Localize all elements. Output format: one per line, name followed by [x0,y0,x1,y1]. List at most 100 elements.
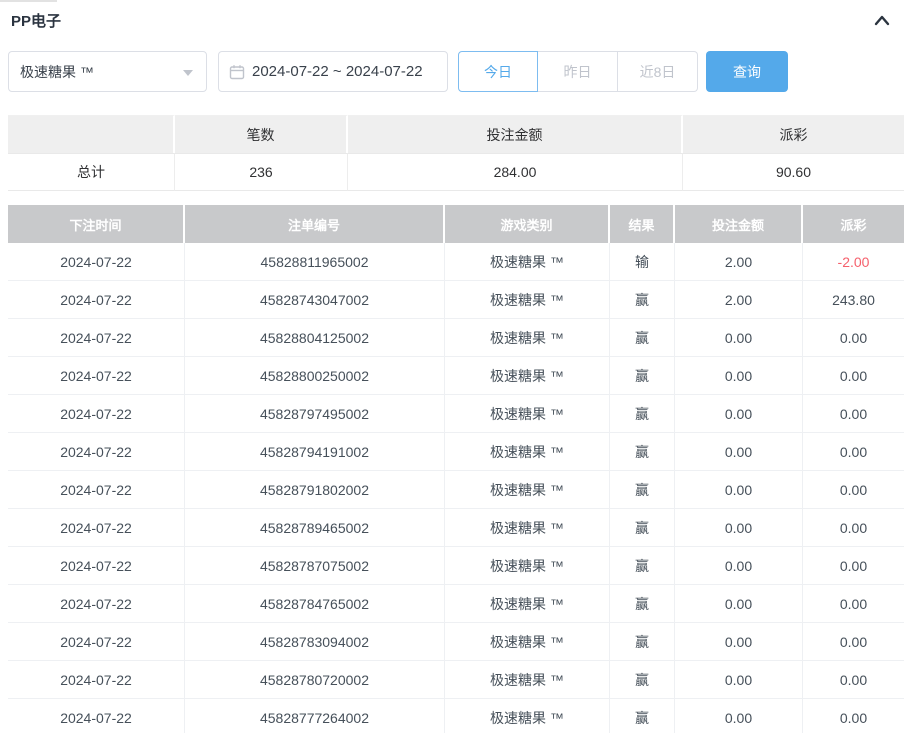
table-row: 2024-07-22 45828787075002 极速糖果 ™ 赢 0.00 … [8,547,904,585]
cell-bet-id: 45828800250002 [185,357,445,395]
table-row: 2024-07-22 45828811965002 极速糖果 ™ 输 2.00 … [8,243,904,281]
records-header-payout: 派彩 [803,205,904,243]
cell-game-type: 极速糖果 ™ [445,395,610,433]
cell-game-type: 极速糖果 ™ [445,547,610,585]
quick-filter-last8days-button[interactable]: 近8日 [618,51,698,92]
cell-result: 赢 [610,509,675,547]
cell-result: 赢 [610,699,675,733]
cell-bet-time: 2024-07-22 [8,585,185,623]
cell-bet-time: 2024-07-22 [8,357,185,395]
cell-bet-id: 45828789465002 [185,509,445,547]
cell-bet-amount: 0.00 [675,585,803,623]
cell-game-type: 极速糖果 ™ [445,623,610,661]
cell-payout: 0.00 [803,471,904,509]
cell-bet-amount: 0.00 [675,623,803,661]
records-header-game-type: 游戏类别 [445,205,610,243]
cell-bet-id: 45828783094002 [185,623,445,661]
cell-bet-id: 45828787075002 [185,547,445,585]
cell-payout: 0.00 [803,509,904,547]
cell-bet-amount: 0.00 [675,395,803,433]
records-header-row: 下注时间 注单编号 游戏类别 结果 投注金额 派彩 [8,205,904,243]
cell-payout: 0.00 [803,699,904,733]
cell-payout: 0.00 [803,547,904,585]
cell-bet-time: 2024-07-22 [8,509,185,547]
records-header-bet-id: 注单编号 [185,205,445,243]
cell-bet-id: 45828794191002 [185,433,445,471]
cell-result: 赢 [610,357,675,395]
table-row: 2024-07-22 45828777264002 极速糖果 ™ 赢 0.00 … [8,699,904,733]
cell-bet-time: 2024-07-22 [8,699,185,733]
collapse-chevron-up-icon[interactable] [874,14,890,28]
cell-bet-time: 2024-07-22 [8,395,185,433]
summary-total-payout: 90.60 [683,153,904,191]
cell-bet-id: 45828743047002 [185,281,445,319]
table-row: 2024-07-22 45828783094002 极速糖果 ™ 赢 0.00 … [8,623,904,661]
table-row: 2024-07-22 45828797495002 极速糖果 ™ 赢 0.00 … [8,395,904,433]
cell-bet-amount: 0.00 [675,509,803,547]
cell-game-type: 极速糖果 ™ [445,699,610,733]
game-select[interactable]: 极速糖果 ™ [8,51,207,92]
summary-table: 笔数 投注金额 派彩 总计 236 284.00 90.60 [8,115,904,191]
records-header-result: 结果 [610,205,675,243]
summary-header-row: 笔数 投注金额 派彩 [8,115,904,153]
cell-result: 赢 [610,585,675,623]
cell-result: 赢 [610,281,675,319]
table-row: 2024-07-22 45828784765002 极速糖果 ™ 赢 0.00 … [8,585,904,623]
game-select-value: 极速糖果 ™ [20,62,94,82]
records-header-bet-time: 下注时间 [8,205,185,243]
cell-bet-id: 45828791802002 [185,471,445,509]
cell-payout: 243.80 [803,281,904,319]
table-row: 2024-07-22 45828804125002 极速糖果 ™ 赢 0.00 … [8,319,904,357]
date-range-input[interactable]: 2024-07-22 ~ 2024-07-22 [218,51,448,92]
records-table: 下注时间 注单编号 游戏类别 结果 投注金额 派彩 2024-07-22 458… [8,205,904,733]
summary-total-bet-amount: 284.00 [348,153,683,191]
cell-result: 赢 [610,433,675,471]
panel-header: PP电子 [0,0,904,31]
cell-result: 赢 [610,661,675,699]
cell-bet-amount: 2.00 [675,243,803,281]
cell-bet-time: 2024-07-22 [8,281,185,319]
filter-controls: 极速糖果 ™ 2024-07-22 ~ 2024-07-22 今日 昨日 近8日… [8,51,904,92]
cell-result: 赢 [610,471,675,509]
cell-bet-id: 45828797495002 [185,395,445,433]
cell-game-type: 极速糖果 ™ [445,471,610,509]
cell-result: 赢 [610,623,675,661]
summary-total-row: 总计 236 284.00 90.60 [8,153,904,191]
cell-bet-id: 45828777264002 [185,699,445,733]
cell-bet-amount: 0.00 [675,547,803,585]
cell-payout: -2.00 [803,243,904,281]
cell-bet-id: 45828811965002 [185,243,445,281]
cell-game-type: 极速糖果 ™ [445,357,610,395]
cell-game-type: 极速糖果 ™ [445,585,610,623]
cell-result: 赢 [610,547,675,585]
cell-bet-id: 45828804125002 [185,319,445,357]
cell-payout: 0.00 [803,661,904,699]
summary-header-empty [8,115,175,153]
cell-bet-amount: 2.00 [675,281,803,319]
cell-bet-time: 2024-07-22 [8,547,185,585]
summary-total-label: 总计 [8,153,175,191]
cell-bet-amount: 0.00 [675,699,803,733]
quick-filter-group: 今日 昨日 近8日 [458,51,698,92]
cell-bet-time: 2024-07-22 [8,243,185,281]
cell-game-type: 极速糖果 ™ [445,281,610,319]
cell-bet-id: 45828784765002 [185,585,445,623]
chevron-down-icon [183,70,193,76]
table-row: 2024-07-22 45828791802002 极速糖果 ™ 赢 0.00 … [8,471,904,509]
cell-payout: 0.00 [803,319,904,357]
query-button[interactable]: 查询 [706,51,788,92]
cell-bet-time: 2024-07-22 [8,623,185,661]
quick-filter-today-button[interactable]: 今日 [458,51,538,92]
table-row: 2024-07-22 45828789465002 极速糖果 ™ 赢 0.00 … [8,509,904,547]
cell-result: 输 [610,243,675,281]
cell-bet-time: 2024-07-22 [8,433,185,471]
cell-result: 赢 [610,395,675,433]
quick-filter-yesterday-button[interactable]: 昨日 [538,51,618,92]
cell-game-type: 极速糖果 ™ [445,509,610,547]
summary-header-count: 笔数 [175,115,348,153]
cell-bet-time: 2024-07-22 [8,319,185,357]
cell-payout: 0.00 [803,623,904,661]
cell-game-type: 极速糖果 ™ [445,319,610,357]
cell-bet-time: 2024-07-22 [8,471,185,509]
cell-payout: 0.00 [803,357,904,395]
